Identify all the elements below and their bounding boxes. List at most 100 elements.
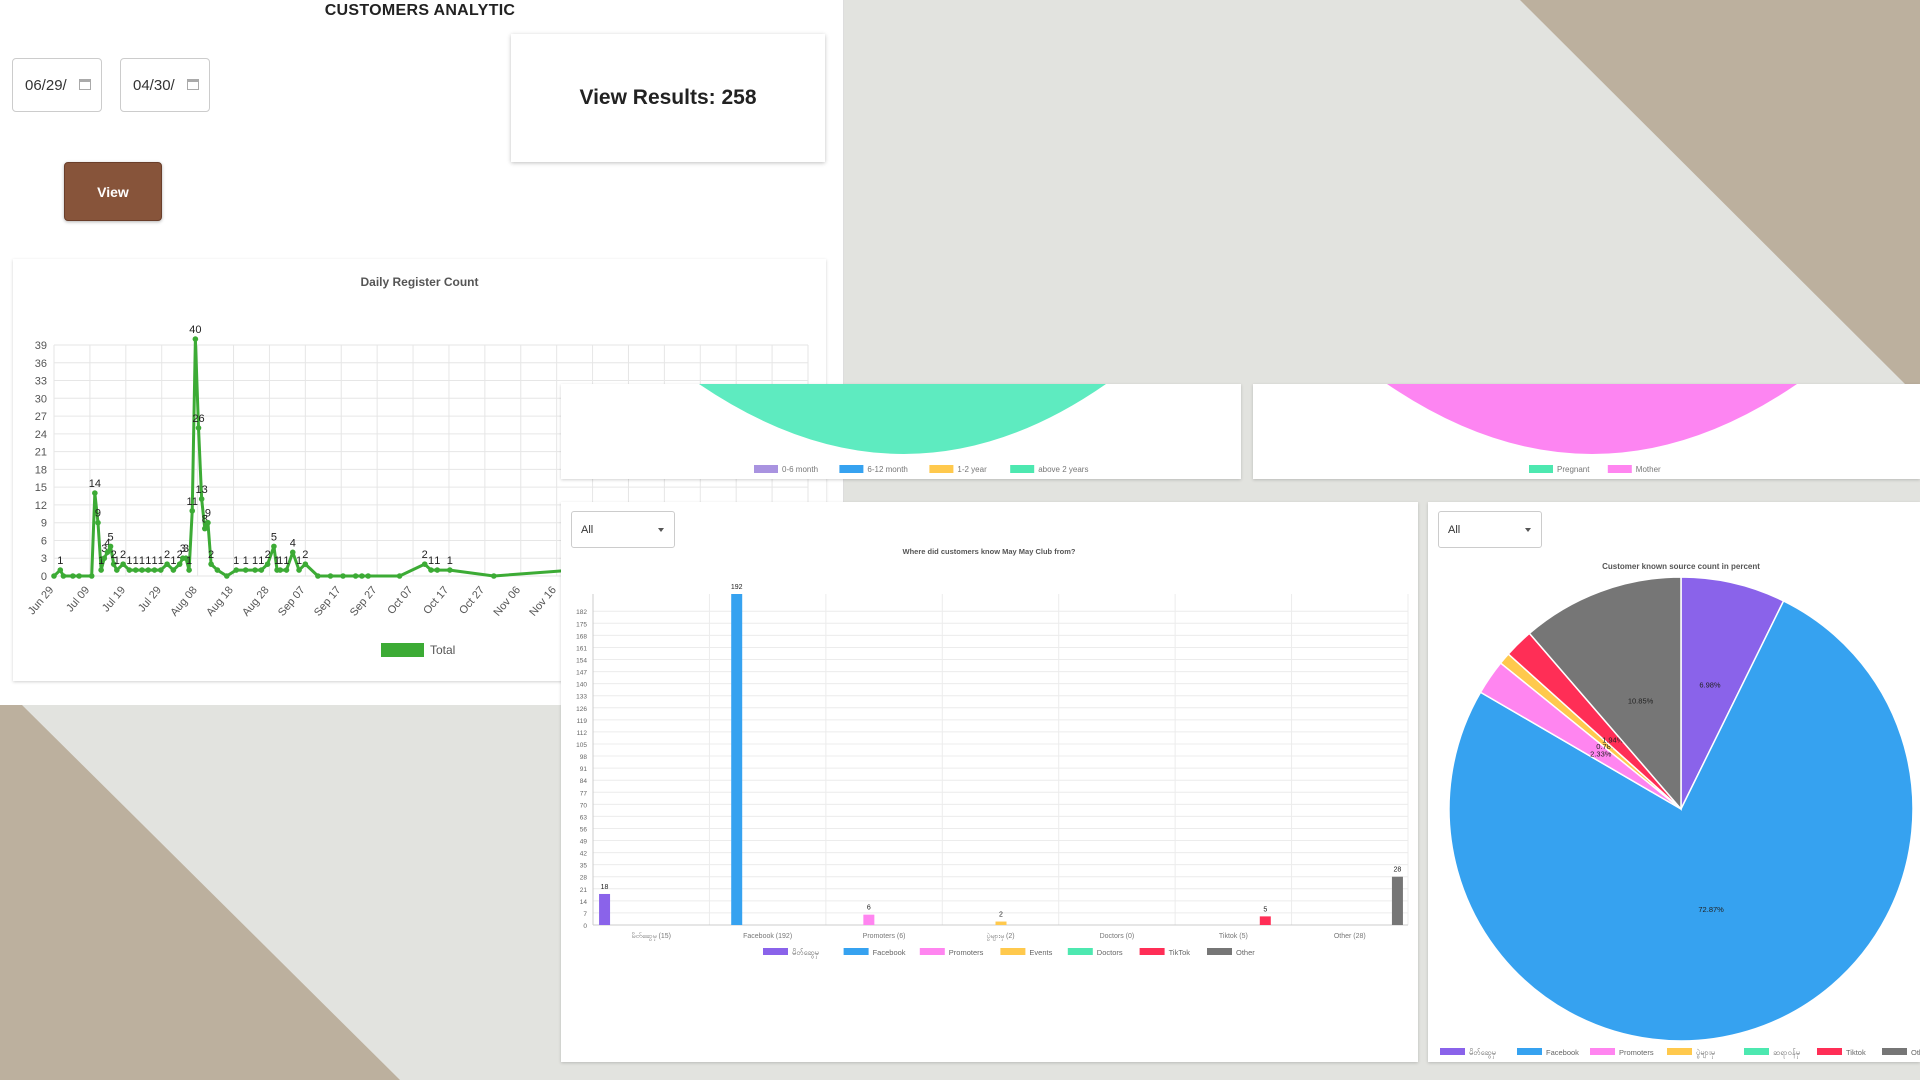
- view-button[interactable]: View: [64, 162, 162, 221]
- data-point: [315, 573, 321, 579]
- legend-label: Total: [430, 643, 455, 657]
- data-point: [51, 573, 57, 579]
- legend-label: 6-12 month: [867, 465, 907, 474]
- legend-swatch: [1744, 1048, 1769, 1055]
- data-point: [447, 567, 453, 573]
- date-to-input[interactable]: 04/30/: [120, 58, 210, 112]
- bg-triangle-bottom-left: [0, 705, 400, 1080]
- data-label: 4: [290, 537, 296, 549]
- x-tick-label: Doctors (0): [1100, 933, 1135, 940]
- legend-swatch: [1440, 1048, 1465, 1055]
- y-tick-label: 36: [35, 358, 47, 370]
- data-point: [195, 425, 202, 431]
- y-tick-label: 42: [580, 851, 588, 858]
- data-point: [258, 567, 265, 573]
- x-tick-label: Jun 29: [26, 584, 56, 617]
- date-from-input[interactable]: 06/29/: [12, 58, 102, 112]
- data-label: 2: [302, 549, 308, 561]
- legend-swatch: [1517, 1048, 1542, 1055]
- data-point: [289, 549, 296, 556]
- data-label: 1: [243, 555, 249, 567]
- legend-label: Facebook: [1546, 1048, 1579, 1057]
- legend-label: Pregnant: [1557, 465, 1590, 474]
- data-label: 13: [196, 484, 208, 496]
- data-point: [242, 567, 249, 573]
- known-source-bar-card: All Where did customers know May May Clu…: [561, 502, 1418, 1062]
- legend-swatch: [1529, 465, 1553, 473]
- bar: [995, 921, 1007, 925]
- legend-swatch: [1010, 465, 1035, 473]
- chart-title: Customer known source count in percent: [1602, 562, 1760, 571]
- legend-label: Doctors: [1097, 948, 1123, 957]
- y-tick-label: 9: [41, 518, 47, 530]
- bar-data-label: 28: [1394, 867, 1402, 874]
- y-tick-label: 21: [35, 447, 47, 459]
- bar-data-label: 5: [1263, 906, 1267, 913]
- status-pie-card: Pregnant Mother: [1253, 384, 1920, 479]
- data-point: [283, 567, 290, 573]
- data-point: [98, 567, 104, 573]
- view-results-label: View Results: 258: [579, 86, 757, 109]
- date-to-value: 04/30/: [133, 76, 175, 94]
- data-point: [126, 567, 133, 573]
- data-label: 1: [145, 555, 151, 567]
- y-tick-label: 24: [35, 429, 47, 441]
- legend-label: Facebook: [873, 948, 906, 957]
- y-tick-label: 147: [576, 670, 587, 677]
- data-point: [202, 525, 208, 532]
- legend-swatch-total: [381, 643, 424, 657]
- bar: [1259, 916, 1271, 925]
- date-from-value: 06/29/: [25, 76, 67, 94]
- data-label: 40: [189, 324, 201, 336]
- data-point: [223, 573, 230, 579]
- data-point: [70, 573, 76, 579]
- data-label: 5: [271, 531, 277, 543]
- data-point: [88, 573, 95, 579]
- data-point: [158, 567, 164, 573]
- data-point: [421, 561, 428, 567]
- data-label: 1: [158, 555, 164, 567]
- y-tick-label: 15: [35, 482, 47, 494]
- calendar-icon[interactable]: [79, 79, 91, 90]
- data-point: [264, 561, 271, 567]
- x-tick-label: Aug 28: [240, 584, 272, 618]
- y-tick-label: 39: [35, 340, 47, 352]
- y-tick-label: 7: [583, 911, 587, 918]
- bar-data-label: 18: [601, 884, 609, 891]
- data-point: [277, 567, 284, 573]
- chart-title: Where did customers know May May Club fr…: [903, 547, 1076, 556]
- y-tick-label: 161: [576, 645, 587, 652]
- y-tick-label: 21: [580, 887, 588, 894]
- legend-label: Mother: [1636, 465, 1661, 474]
- y-tick-label: 168: [576, 633, 587, 640]
- data-point: [198, 496, 205, 502]
- x-tick-label: Nov 06: [491, 584, 523, 618]
- data-label: 26: [192, 413, 204, 425]
- data-point: [233, 567, 240, 573]
- y-tick-label: 27: [35, 411, 47, 423]
- bg-triangle-top-right: [1520, 0, 1920, 384]
- legend-swatch: [1000, 948, 1026, 955]
- legend-label: Other: [1236, 948, 1255, 957]
- bar-data-label: 192: [731, 584, 743, 591]
- y-tick-label: 30: [35, 393, 47, 405]
- x-tick-label: Sep 17: [312, 584, 344, 618]
- data-point: [359, 573, 365, 579]
- y-tick-label: 63: [580, 814, 588, 821]
- y-tick-label: 154: [576, 658, 587, 665]
- x-tick-label: Jul 09: [64, 584, 92, 614]
- data-label: 5: [107, 531, 113, 543]
- data-point: [139, 567, 145, 573]
- legend-label: Promoters: [1619, 1048, 1654, 1057]
- data-point: [104, 549, 111, 556]
- legend-label: 1-2 year: [957, 465, 987, 474]
- known-source-bar-chart: Where did customers know May May Club fr…: [576, 547, 1409, 958]
- legend-label: Promoters: [949, 948, 984, 957]
- data-point: [76, 573, 82, 579]
- legend-label: above 2 years: [1038, 465, 1088, 474]
- calendar-icon[interactable]: [187, 79, 199, 90]
- known-source-pie-chart: Customer known source count in percent 6.…: [1440, 562, 1920, 1058]
- data-label: 11: [187, 496, 198, 508]
- x-tick-label: Promoters (6): [863, 933, 906, 940]
- bar: [1391, 876, 1403, 925]
